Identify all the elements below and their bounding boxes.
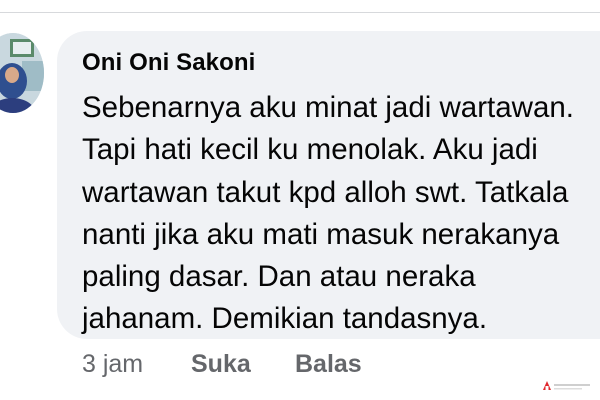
comment-author[interactable]: Oni Oni Sakoni (82, 49, 255, 77)
top-divider (0, 12, 600, 13)
comment-line: Tapi hati kecil ku menolak. Aku jadi (82, 133, 538, 167)
comment-screenshot: Oni Oni Sakoni Sebenarnya aku minat jadi… (0, 0, 600, 400)
comment-line: jahanam. Demikian tandasnya. (82, 302, 488, 336)
avatar[interactable] (0, 33, 44, 113)
comment-line: paling dasar. Dan atau neraka (82, 260, 476, 294)
avatar-icon (0, 33, 44, 113)
like-button[interactable]: Suka (191, 350, 251, 379)
comment-actions: 3 jam Suka Balas (0, 350, 600, 386)
comment-line: wartawan takut kpd alloh swt. Tatkala (82, 175, 569, 209)
comment-line: nanti jika aku mati masuk nerakanya (82, 217, 560, 251)
comment-timestamp[interactable]: 3 jam (82, 350, 143, 379)
comment-line: Sebenarnya aku minat jadi wartawan. (82, 91, 574, 124)
reply-button[interactable]: Balas (295, 350, 362, 379)
comment-text: Sebenarnya aku minat jadi wartawan. Tapi… (82, 87, 600, 341)
watermark-logo-icon (543, 381, 590, 390)
